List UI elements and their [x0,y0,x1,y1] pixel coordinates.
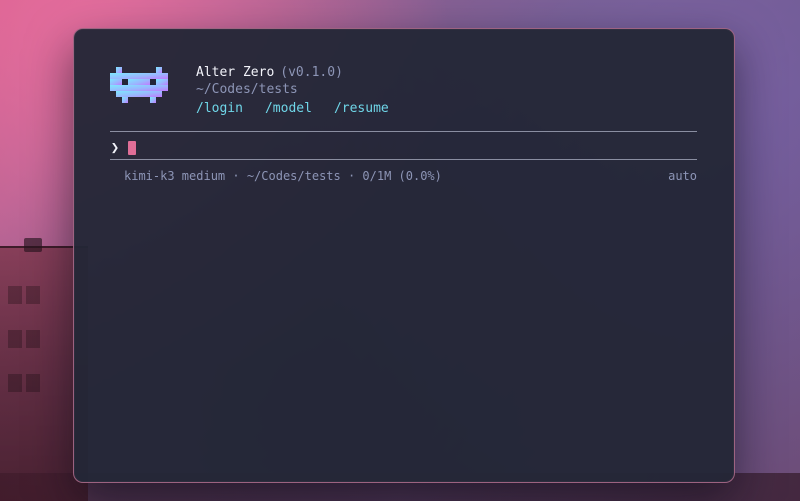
status-bar: kimi-k3 medium · ~/Codes/tests · 0/1M (0… [124,169,697,183]
background-chimney [24,238,42,252]
app-meta: Alter Zero (v0.1.0) ~/Codes/tests /login… [196,65,389,116]
terminal-window: Alter Zero (v0.1.0) ~/Codes/tests /login… [73,28,735,483]
resume-command[interactable]: /resume [334,101,389,116]
current-directory: ~/Codes/tests [196,82,298,97]
prompt-row[interactable]: ❯ [110,139,697,159]
prompt-input[interactable] [128,139,692,159]
status-info: kimi-k3 medium · ~/Codes/tests · 0/1M (0… [124,169,442,183]
model-command[interactable]: /model [265,101,312,116]
terminal-header: Alter Zero (v0.1.0) ~/Codes/tests /login… [110,65,389,135]
app-title-row: Alter Zero (v0.1.0) [196,65,389,80]
input-top-divider [110,131,697,132]
pixel-invader-icon [110,67,168,103]
input-bottom-divider [110,159,697,160]
app-name: Alter Zero [196,65,275,80]
background-building-windows [8,286,42,446]
app-version: (v0.1.0) [280,65,343,80]
prompt-chevron-icon: ❯ [110,140,120,156]
mode-toggle[interactable]: auto [668,169,697,183]
login-command[interactable]: /login [196,101,243,116]
command-links: /login /model /resume [196,101,389,116]
